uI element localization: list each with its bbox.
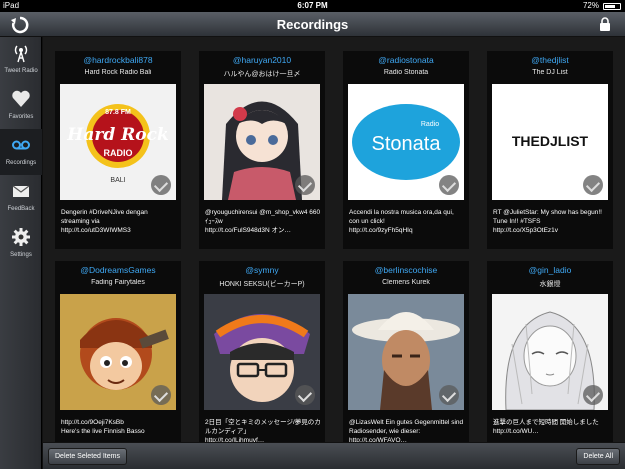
select-check-icon[interactable] xyxy=(439,385,459,405)
svg-text:Hard Rock: Hard Rock xyxy=(66,125,168,145)
tile-handle[interactable]: @radiostonata xyxy=(343,55,469,65)
tile-handle[interactable]: @DodreamsGames xyxy=(55,265,181,275)
delete-all-button[interactable]: Delete All xyxy=(576,448,620,465)
tile-handle[interactable]: @haruyan2010 xyxy=(199,55,325,65)
svg-text:RADIO: RADIO xyxy=(104,148,133,158)
select-check-icon[interactable] xyxy=(295,385,315,405)
tile-handle[interactable]: @hardrockbali878 xyxy=(55,55,181,65)
recording-tile[interactable]: @symny HONKI SEKSU(ビーカーP) 2日目「空とキミのメッセージ… xyxy=(199,261,325,442)
sidebar-item-favorites[interactable]: Favorites xyxy=(0,83,42,129)
avatar-image[interactable] xyxy=(204,294,320,410)
radio-tower-icon xyxy=(14,45,28,63)
tile-name: 水銀燈 xyxy=(539,281,561,288)
tile-name: Radio Stonata xyxy=(383,69,429,76)
sidebar-item-label: Favorites xyxy=(8,114,34,120)
tile-tweet: RT @JulietStar: My show has begun!! Tune… xyxy=(493,209,602,234)
recording-tile[interactable]: @hardrockbali878 Hard Rock Radio Bali 87… xyxy=(55,51,181,249)
avatar-image[interactable] xyxy=(348,294,464,410)
sidebar-item-label: Tweet Radio xyxy=(4,68,38,74)
svg-text:Stonata: Stonata xyxy=(372,133,442,155)
svg-text:87.8 FM: 87.8 FM xyxy=(105,109,131,116)
page-title: Recordings xyxy=(276,17,349,32)
select-check-icon[interactable] xyxy=(151,385,171,405)
nav-bar: Recordings xyxy=(0,12,625,37)
tile-tweet: @LizasWelt Ein gutes Gegenmittel sind Ra… xyxy=(349,419,464,442)
select-check-icon[interactable] xyxy=(295,175,315,195)
sidebar-item-settings[interactable]: Settings xyxy=(0,221,42,267)
gear-icon xyxy=(12,228,30,246)
select-check-icon[interactable] xyxy=(583,175,603,195)
recording-tile[interactable]: @haruyan2010 ハルやん@おはけ一旦〆 @ryouguchirensu… xyxy=(199,51,325,249)
tile-name: Fading Fairytales xyxy=(91,279,145,286)
status-bar: iPad 6:07 PM 72% xyxy=(0,0,625,12)
tile-name: Clemens Kurek xyxy=(382,279,430,286)
svg-text:BALI: BALI xyxy=(110,177,125,184)
avatar-image[interactable] xyxy=(204,84,320,200)
sidebar-item-label: Recordings xyxy=(5,160,37,166)
cassette-icon xyxy=(12,140,30,150)
sidebar-item-label: Settings xyxy=(10,252,32,258)
battery-icon xyxy=(603,2,621,10)
avatar-image[interactable] xyxy=(492,294,608,410)
envelope-icon xyxy=(12,185,30,197)
recording-tile[interactable]: @berlinscochise Clemens Kurek @LizasWelt… xyxy=(343,261,469,442)
recording-tile[interactable]: @radiostonata Radio Stonata Radio Stonat… xyxy=(343,51,469,249)
sidebar-item-label: FeedBack xyxy=(7,206,35,212)
tile-tweet: http://t.co/9Oeji7KsBb Here's the live F… xyxy=(61,419,145,435)
tile-tweet: Accendi la nostra musica ora,da qui, con… xyxy=(349,209,454,234)
recording-tile[interactable]: @thedjlist The DJ List THEDJLIST RT @Jul… xyxy=(487,51,613,249)
tile-handle[interactable]: @thedjlist xyxy=(487,55,613,65)
tile-handle[interactable]: @gin_ladio xyxy=(487,265,613,275)
bottom-toolbar: Delete Seleted Items Delete All xyxy=(43,442,625,469)
select-check-icon[interactable] xyxy=(439,175,459,195)
sidebar-item-tweet-radio[interactable]: Tweet Radio xyxy=(0,37,42,83)
tile-handle[interactable]: @symny xyxy=(199,265,325,275)
tile-name: Hard Rock Radio Bali xyxy=(84,69,152,76)
tile-name: HONKI SEKSU(ビーカーP) xyxy=(219,281,305,288)
recordings-grid: @hardrockbali878 Hard Rock Radio Bali 87… xyxy=(43,37,625,442)
select-check-icon[interactable] xyxy=(151,175,171,195)
lock-icon[interactable] xyxy=(599,17,611,31)
avatar-image[interactable] xyxy=(60,294,176,410)
tile-tweet: @ryouguchirensui @m_shop_vkw4 660 ｲｭｰｽw … xyxy=(205,209,321,234)
recording-tile[interactable]: @gin_ladio 水銀燈 進撃の巨人まで短時間 開始しました http://… xyxy=(487,261,613,442)
sidebar-item-feedback[interactable]: FeedBack xyxy=(0,175,42,221)
select-check-icon[interactable] xyxy=(583,385,603,405)
tile-tweet: 2日目「空とキミのメッセージ/夢見のカルカンディア」 http://t.co/l… xyxy=(205,419,321,442)
tile-name: The DJ List xyxy=(532,69,568,76)
tile-handle[interactable]: @berlinscochise xyxy=(343,265,469,275)
station-image[interactable]: Radio Stonata xyxy=(348,84,464,200)
recording-tile[interactable]: @DodreamsGames Fading Fairytales http://… xyxy=(55,261,181,442)
svg-text:Radio: Radio xyxy=(421,121,439,128)
sidebar-item-recordings[interactable]: Recordings xyxy=(0,129,42,175)
tile-name: ハルやん@おはけ一旦〆 xyxy=(223,71,301,78)
battery-percent: 72% xyxy=(582,1,599,10)
delete-selected-button[interactable]: Delete Seleted Items xyxy=(48,448,127,465)
station-image[interactable]: THEDJLIST xyxy=(492,84,608,200)
svg-text:THEDJLIST: THEDJLIST xyxy=(512,133,589,149)
status-time: 6:07 PM xyxy=(297,1,328,10)
tile-tweet: Dengerin #DriveNJive dengan streaming vi… xyxy=(61,209,148,234)
tile-tweet: 進撃の巨人まで短時間 開始しました http://t.co/WU… xyxy=(493,419,599,435)
station-image[interactable]: 87.8 FM Hard Rock RADIO BALI xyxy=(60,84,176,200)
sidebar: Tweet Radio Favorites Recordings FeedBac… xyxy=(0,37,42,469)
heart-icon xyxy=(12,90,30,107)
